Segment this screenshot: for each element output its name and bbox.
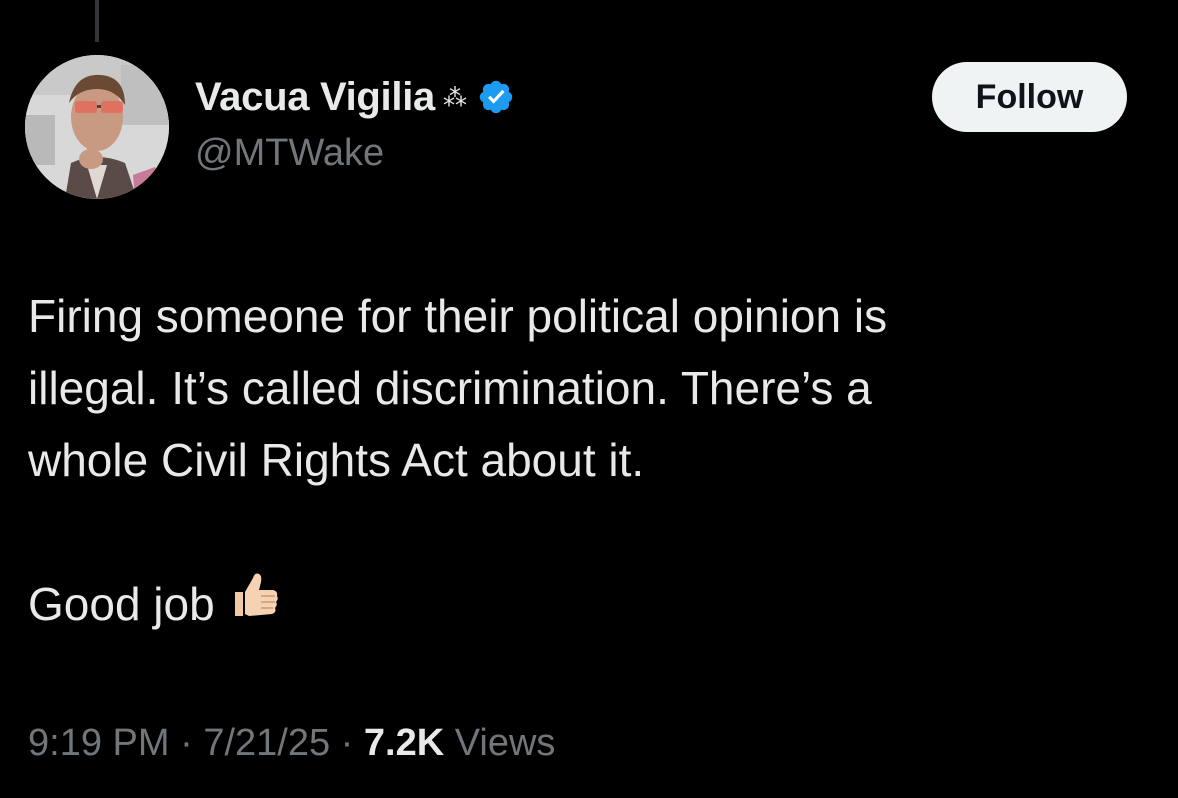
follow-button[interactable]: Follow [932,62,1127,132]
author-handle[interactable]: @MTWake [195,132,384,175]
views-count[interactable]: 7.2K [364,722,444,764]
thread-connector-line [95,0,99,42]
tweet-time[interactable]: 9:19 PM [28,722,170,764]
avatar-image [25,55,169,199]
tweet-text-line: whole Civil Rights Act about it. [28,434,645,486]
meta-separator: · [340,722,354,764]
tweet-closing-text: Good job [28,578,215,630]
tweet-closing-line: Good job [28,568,1138,646]
tweet-text-line: illegal. It’s called discrimination. The… [28,362,872,414]
name-sparkle-emoji: ⁂ [442,85,467,112]
views-label[interactable]: Views [455,722,556,764]
author-display-name[interactable]: Vacua Vigilia [195,75,435,120]
tweet-body: Firing someone for their political opini… [28,280,1138,646]
thumbs-up-icon [225,566,281,642]
author-name-row: Vacua Vigilia ⁂ [195,72,515,122]
verified-badge-icon[interactable] [477,78,515,116]
meta-separator: · [180,722,193,764]
tweet-meta: 9:19 PM · 7/21/25 · 7.2K Views [28,722,555,765]
avatar[interactable] [25,55,169,199]
tweet-text-line: Firing someone for their political opini… [28,290,888,342]
tweet-date[interactable]: 7/21/25 [203,722,330,764]
